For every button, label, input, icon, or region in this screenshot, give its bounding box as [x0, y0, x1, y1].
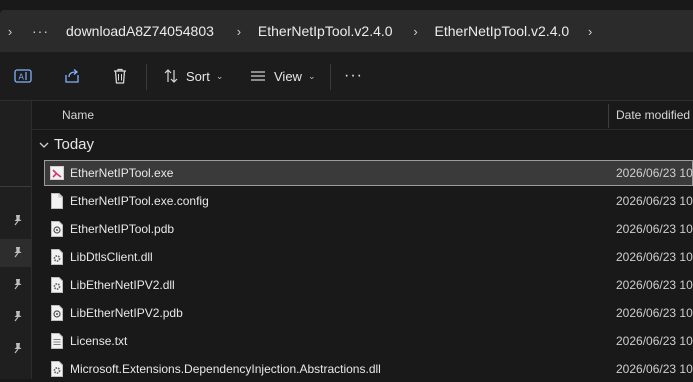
file-row[interactable]: EtherNetIPTool.exe.config 2026/06/23 10:	[44, 188, 693, 214]
file-date: 2026/06/23 10:	[616, 334, 693, 348]
file-name: EtherNetIPTool.exe.config	[70, 194, 209, 208]
more-options-button[interactable]: ···	[344, 66, 363, 86]
file-row[interactable]: LibEtherNetIPV2.dll 2026/06/23 10:	[44, 272, 693, 298]
file-icon	[51, 193, 63, 209]
column-header-date-modified[interactable]: Date modified	[616, 108, 690, 122]
view-label: View	[274, 68, 302, 84]
file-row-selected[interactable]: EtherNetIPTool.exe 2026/06/23 10:	[44, 160, 693, 186]
chevron-right-icon[interactable]: ›	[2, 24, 18, 39]
sort-button[interactable]: Sort ⌄	[163, 66, 223, 86]
breadcrumb-item-tool[interactable]: EtherNetIpTool.v2.4.0	[258, 23, 393, 39]
pin-icon[interactable]	[12, 246, 24, 258]
toolbar-divider	[146, 64, 147, 90]
pin-icon[interactable]	[12, 310, 24, 322]
breadcrumb-overflow-button[interactable]: ···	[32, 23, 49, 39]
column-header-row: Name Date modified	[32, 101, 693, 130]
file-date: 2026/06/23 10:	[616, 166, 693, 180]
chevron-right-icon[interactable]: ›	[231, 24, 247, 39]
sort-icon	[164, 69, 178, 83]
dll-icon	[51, 277, 63, 293]
toolbar-divider	[330, 64, 331, 90]
file-date: 2026/06/23 10:	[616, 306, 693, 320]
text-file-icon	[51, 333, 63, 349]
file-name: LibEtherNetIPV2.dll	[70, 278, 175, 292]
sort-label: Sort	[186, 68, 210, 84]
file-row[interactable]: LibDtlsClient.dll 2026/06/23 10:	[44, 244, 693, 270]
file-name: EtherNetIPTool.exe	[70, 166, 174, 180]
file-date: 2026/06/23 10:	[616, 278, 693, 292]
file-name: LibEtherNetIPV2.pdb	[70, 306, 183, 320]
file-date: 2026/06/23 10:	[616, 362, 693, 376]
dll-icon	[51, 361, 63, 377]
svg-text:A: A	[19, 73, 25, 82]
breadcrumb-item-tool-current[interactable]: EtherNetIpTool.v2.4.0	[435, 23, 570, 39]
group-label: Today	[54, 136, 95, 153]
column-resize-handle[interactable]	[608, 104, 609, 128]
pin-icon[interactable]	[12, 278, 24, 290]
file-date: 2026/06/23 10:	[616, 222, 693, 236]
file-row[interactable]: LibEtherNetIPV2.pdb 2026/06/23 10:	[44, 300, 693, 326]
file-date: 2026/06/23 10:	[616, 250, 693, 264]
pdb-icon	[51, 221, 63, 237]
pdb-icon	[51, 305, 63, 321]
breadcrumb: › ··· downloadA8Z74054803 › EtherNetIpTo…	[0, 10, 693, 52]
chevron-down-icon: ⌄	[215, 70, 224, 81]
chevron-right-icon[interactable]: ›	[408, 24, 424, 39]
file-name: EtherNetIPTool.pdb	[70, 222, 175, 236]
exe-icon	[50, 166, 64, 180]
chevron-down-icon[interactable]	[38, 139, 50, 151]
chevron-down-icon: ⌄	[307, 70, 316, 81]
share-icon[interactable]	[63, 67, 81, 85]
dll-icon	[51, 249, 63, 265]
pin-icon[interactable]	[12, 342, 24, 354]
nav-divider	[0, 186, 31, 187]
view-button[interactable]: View ⌄	[250, 66, 316, 86]
file-row[interactable]: EtherNetIPTool.pdb 2026/06/23 10:	[44, 216, 693, 242]
file-date: 2026/06/23 10:	[616, 194, 693, 208]
file-row[interactable]: Microsoft.Extensions.DependencyInjection…	[44, 356, 693, 382]
file-name: Microsoft.Extensions.DependencyInjection…	[70, 362, 381, 376]
chevron-right-icon[interactable]: ›	[582, 24, 598, 39]
group-header-today[interactable]: Today	[38, 136, 94, 153]
file-row[interactable]: License.txt 2026/06/23 10:	[44, 328, 693, 354]
breadcrumb-item-download[interactable]: downloadA8Z74054803	[66, 23, 214, 39]
column-header-name[interactable]: Name	[62, 108, 94, 122]
file-name: License.txt	[70, 334, 128, 348]
pin-icon[interactable]	[12, 214, 24, 226]
rename-icon[interactable]: A	[14, 67, 32, 85]
view-icon	[251, 71, 265, 81]
file-name: LibDtlsClient.dll	[70, 250, 153, 264]
navigation-pane	[0, 101, 32, 379]
delete-icon[interactable]	[111, 67, 129, 85]
command-bar: A Sort ⌄ View ⌄ ···	[0, 52, 693, 101]
